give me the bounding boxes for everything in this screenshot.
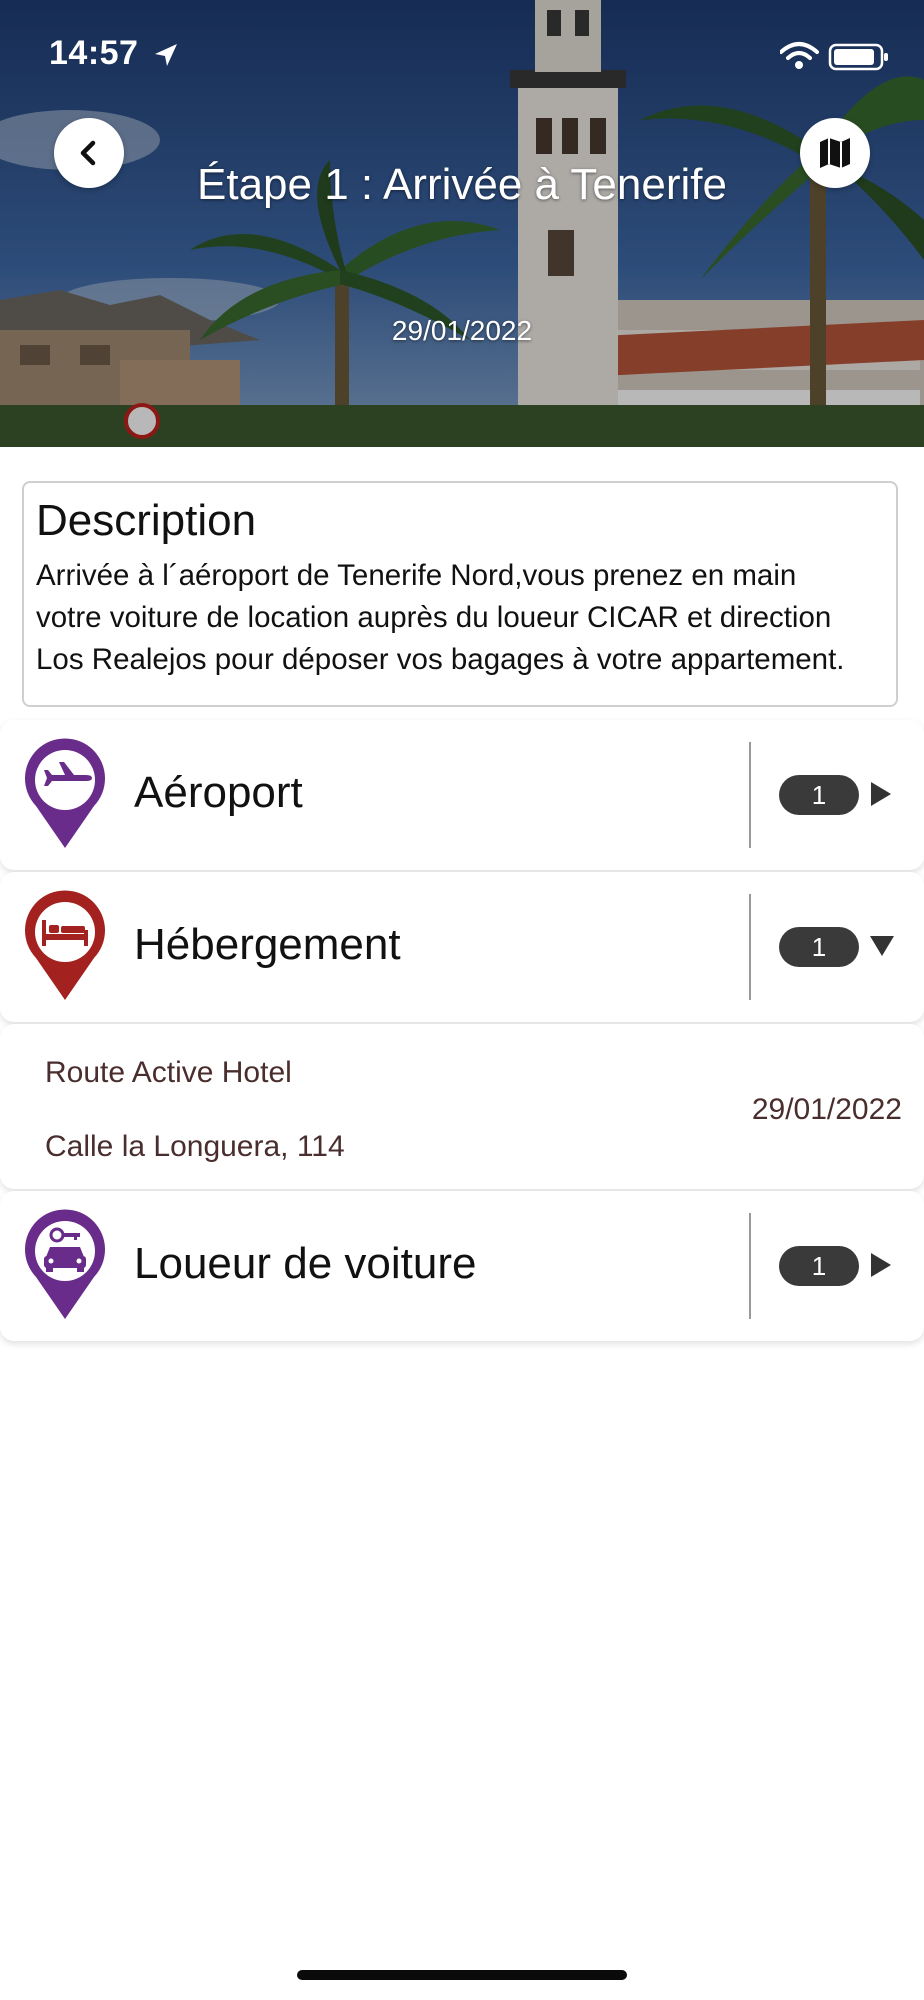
accommodation-name: Route Active Hotel: [45, 1056, 292, 1089]
description-line: Los Realejos pour déposer vos bagages à …: [36, 643, 845, 676]
triangle-right-icon: [871, 1253, 891, 1277]
status-time: 14:57: [49, 34, 139, 72]
status-icons: [779, 40, 892, 77]
description-heading: Description: [36, 496, 257, 545]
battery-icon: [828, 43, 888, 71]
wifi-icon: [779, 42, 819, 69]
category-label: Loueur de voiture: [134, 1239, 477, 1288]
car-rental-icon: [25, 1209, 106, 1319]
location-arrow-icon: [155, 44, 177, 66]
category-row-hebergement[interactable]: Hébergement 1: [0, 872, 924, 1022]
airplane-icon: [25, 738, 106, 848]
page-title: Étape 1 : Arrivée à Tenerife: [197, 160, 727, 209]
category-row-aeroport[interactable]: Aéroport 1: [0, 720, 924, 870]
accommodation-list-item[interactable]: Route Active Hotel Calle la Longuera, 11…: [0, 1024, 924, 1189]
description-text: Arrivée à l´aéroport de Tenerife Nord,vo…: [36, 555, 884, 681]
count-badge: 1: [779, 927, 859, 967]
description-line: Arrivée à l´aéroport de Tenerife Nord,vo…: [36, 559, 797, 592]
category-label: Hébergement: [134, 920, 401, 969]
bed-icon: [25, 890, 106, 1000]
category-label: Aéroport: [134, 768, 303, 817]
screen: 14:57 Étape 1: Arrivée à Tenerife 29/01…: [0, 0, 924, 2000]
triangle-down-icon: [870, 936, 894, 956]
divider: [749, 894, 751, 1000]
description-line: votre voiture de location auprès du loue…: [36, 601, 832, 634]
divider: [749, 1213, 751, 1319]
accommodation-address: Calle la Longuera, 114: [45, 1130, 345, 1163]
accommodation-date: 29/01/2022: [751, 1093, 902, 1126]
description-card: Description Arrivée à l´aéroport de Tene…: [22, 481, 898, 707]
count-badge: 1: [779, 1246, 859, 1286]
header-hero: 14:57 Étape 1: Arrivée à Tenerife 29/01…: [0, 0, 924, 447]
home-indicator[interactable]: [297, 1970, 627, 1980]
triangle-right-icon: [871, 782, 891, 806]
stage-date: 29/01/2022: [391, 315, 533, 346]
count-badge: 1: [779, 775, 859, 815]
divider: [749, 742, 751, 848]
category-row-loueur-de-voiture[interactable]: Loueur de voiture 1: [0, 1191, 924, 1341]
